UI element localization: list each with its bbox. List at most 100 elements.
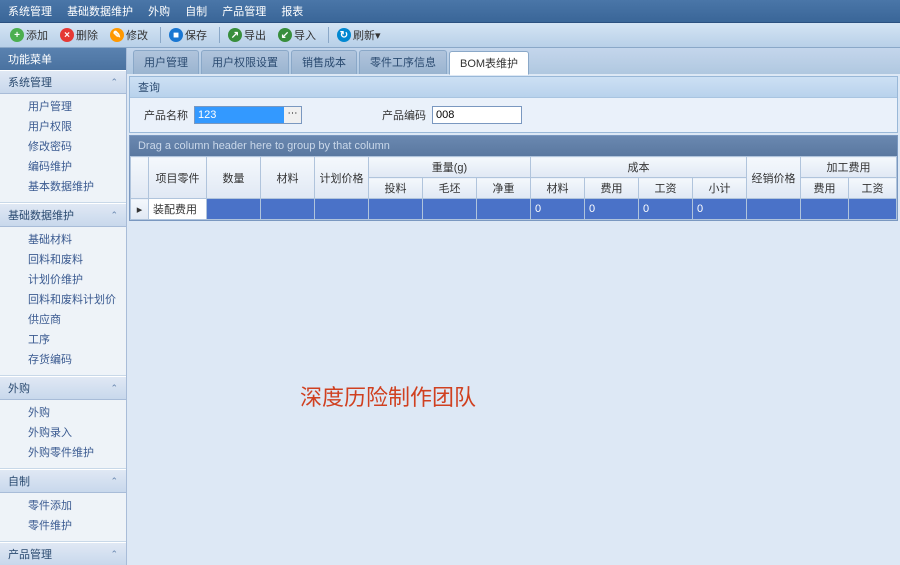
cell-pwage[interactable]	[849, 199, 897, 220]
col-plan[interactable]: 计划价格	[314, 157, 368, 199]
disk-icon: ■	[169, 28, 183, 42]
query-panel: 查询 产品名称 ⋯ 产品编码	[129, 76, 898, 133]
product-code-input[interactable]	[432, 106, 522, 124]
menu-item[interactable]: 报表	[281, 6, 303, 18]
product-name-input[interactable]	[194, 106, 284, 124]
sidebar-item[interactable]: 用户管理	[0, 96, 126, 116]
import-button[interactable]: ↙导入	[274, 26, 320, 44]
cell-mat[interactable]	[260, 199, 314, 220]
col-cmat[interactable]: 材料	[531, 178, 585, 199]
cell-qty[interactable]	[206, 199, 260, 220]
product-code-label: 产品编码	[382, 107, 426, 123]
save-button[interactable]: ■保存	[165, 26, 211, 44]
sidebar-item[interactable]: 供应商	[0, 309, 126, 329]
refresh-icon: ↻	[337, 28, 351, 42]
col-feed[interactable]: 投料	[368, 178, 422, 199]
cell-net[interactable]	[476, 199, 530, 220]
cell-cfee[interactable]: 0	[585, 199, 639, 220]
tab[interactable]: 零件工序信息	[359, 50, 447, 74]
chevron-up-icon: ⌃	[110, 77, 118, 88]
chevron-up-icon: ⌃	[110, 210, 118, 221]
col-pfee[interactable]: 费用	[801, 178, 849, 199]
edit-button[interactable]: ✎修改	[106, 26, 152, 44]
sidebar-item[interactable]: 基础材料	[0, 229, 126, 249]
col-group-weight[interactable]: 重量(g)	[368, 157, 530, 178]
sidebar-item[interactable]: 外购	[0, 402, 126, 422]
separator	[160, 27, 161, 43]
sidebar-group-header[interactable]: 外购⌃	[0, 376, 126, 400]
delete-button[interactable]: ×删除	[56, 26, 102, 44]
sidebar-item[interactable]: 回料和废料	[0, 249, 126, 269]
col-net[interactable]: 净重	[476, 178, 530, 199]
tab[interactable]: 销售成本	[291, 50, 357, 74]
plus-icon: +	[10, 28, 24, 42]
cell-cwage[interactable]: 0	[639, 199, 693, 220]
col-pwage[interactable]: 工资	[849, 178, 897, 199]
sidebar: 功能菜单 系统管理⌃用户管理用户权限修改密码编码维护基本数据维护基础数据维护⌃基…	[0, 48, 127, 565]
add-button[interactable]: +添加	[6, 26, 52, 44]
tab[interactable]: 用户权限设置	[201, 50, 289, 74]
col-cwage[interactable]: 工资	[639, 178, 693, 199]
tabs: 用户管理用户权限设置销售成本零件工序信息BOM表维护	[127, 48, 900, 74]
sidebar-item[interactable]: 修改密码	[0, 136, 126, 156]
sidebar-item[interactable]: 计划价维护	[0, 269, 126, 289]
menu-item[interactable]: 基础数据维护	[67, 6, 133, 18]
sidebar-item[interactable]: 外购零件维护	[0, 442, 126, 462]
col-cfee[interactable]: 费用	[585, 178, 639, 199]
chevron-up-icon: ⌃	[110, 549, 118, 560]
export-icon: ↗	[228, 28, 242, 42]
cell-feed[interactable]	[368, 199, 422, 220]
col-group-proc[interactable]: 加工费用	[801, 157, 897, 178]
sidebar-item[interactable]: 存货编码	[0, 349, 126, 369]
sidebar-item[interactable]: 工序	[0, 329, 126, 349]
sidebar-item[interactable]: 零件维护	[0, 515, 126, 535]
cell-csub[interactable]: 0	[693, 199, 747, 220]
col-qty[interactable]: 数量	[206, 157, 260, 199]
main-area: 用户管理用户权限设置销售成本零件工序信息BOM表维护 查询 产品名称 ⋯ 产品编…	[127, 48, 900, 565]
col-gross[interactable]: 毛坯	[422, 178, 476, 199]
cell-gross[interactable]	[422, 199, 476, 220]
sidebar-item[interactable]: 编码维护	[0, 156, 126, 176]
sidebar-title: 功能菜单	[0, 48, 126, 70]
sidebar-group-header[interactable]: 产品管理⌃	[0, 542, 126, 565]
sidebar-group-header[interactable]: 基础数据维护⌃	[0, 203, 126, 227]
sidebar-group-header[interactable]: 自制⌃	[0, 469, 126, 493]
menu-item[interactable]: 系统管理	[8, 6, 52, 18]
chevron-up-icon: ⌃	[110, 383, 118, 394]
sidebar-item[interactable]: 基本数据维护	[0, 176, 126, 196]
grid-groupbar[interactable]: Drag a column header here to group by th…	[130, 136, 897, 156]
sidebar-item[interactable]: 外购录入	[0, 422, 126, 442]
sidebar-item[interactable]: 回料和废料计划价	[0, 289, 126, 309]
tab[interactable]: BOM表维护	[449, 51, 529, 75]
col-mat[interactable]: 材料	[260, 157, 314, 199]
cell-cmat[interactable]: 0	[531, 199, 585, 220]
tab[interactable]: 用户管理	[133, 50, 199, 74]
chevron-up-icon: ⌃	[110, 476, 118, 487]
col-group-cost[interactable]: 成本	[531, 157, 747, 178]
cell-item[interactable]: 装配费用	[148, 199, 206, 220]
separator	[219, 27, 220, 43]
sidebar-item[interactable]: 零件添加	[0, 495, 126, 515]
sidebar-group-header[interactable]: 系统管理⌃	[0, 70, 126, 94]
menu-item[interactable]: 外购	[148, 6, 170, 18]
row-indicator: ▸	[130, 199, 148, 220]
sidebar-item[interactable]: 用户权限	[0, 116, 126, 136]
lookup-button[interactable]: ⋯	[284, 106, 302, 124]
x-icon: ×	[60, 28, 74, 42]
pencil-icon: ✎	[110, 28, 124, 42]
toolbar: +添加 ×删除 ✎修改 ■保存 ↗导出 ↙导入 ↻刷新 ▾	[0, 23, 900, 48]
menu-item[interactable]: 自制	[185, 6, 207, 18]
table-row[interactable]: ▸ 装配费用 0 0 0 0	[130, 199, 896, 220]
cell-plan[interactable]	[314, 199, 368, 220]
refresh-button[interactable]: ↻刷新 ▾	[333, 26, 385, 44]
col-sale[interactable]: 经销价格	[747, 157, 801, 199]
col-csub[interactable]: 小计	[693, 178, 747, 199]
import-icon: ↙	[278, 28, 292, 42]
export-button[interactable]: ↗导出	[224, 26, 270, 44]
menu-item[interactable]: 产品管理	[222, 6, 266, 18]
cell-sale[interactable]	[747, 199, 801, 220]
bom-grid: Drag a column header here to group by th…	[129, 135, 898, 221]
separator	[328, 27, 329, 43]
cell-pfee[interactable]	[801, 199, 849, 220]
col-item[interactable]: 项目零件	[148, 157, 206, 199]
